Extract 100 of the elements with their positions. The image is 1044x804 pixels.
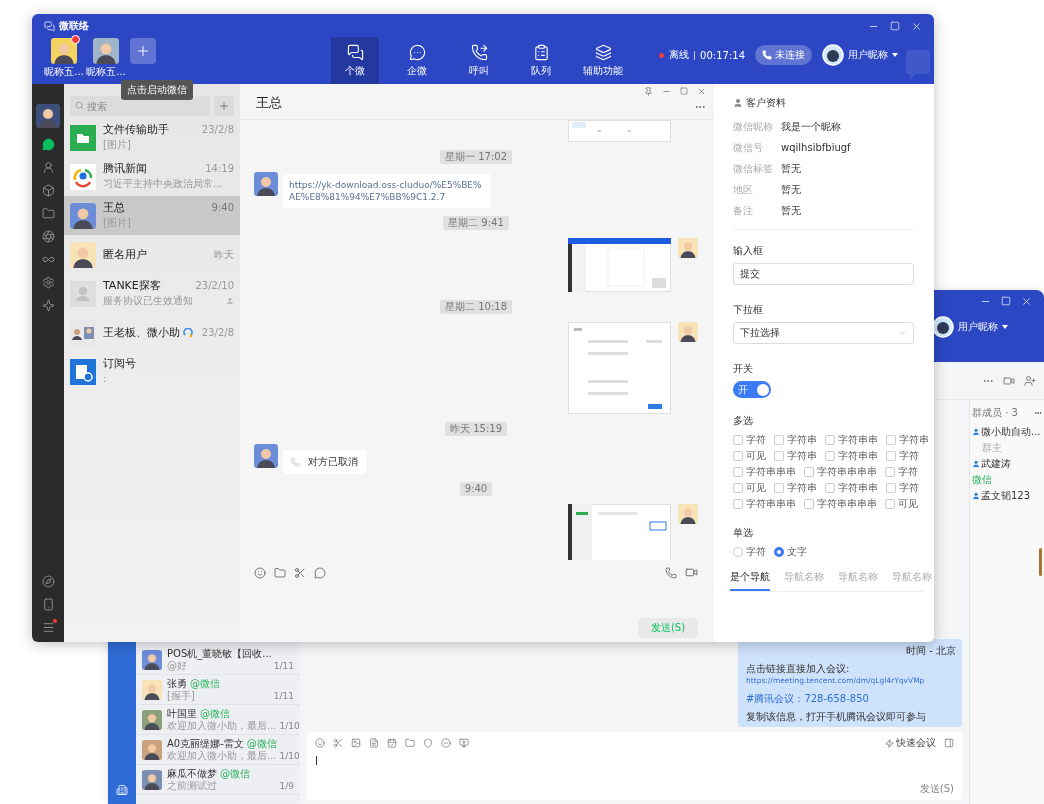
checkbox-option[interactable]: 字符串串 <box>825 481 878 494</box>
close-icon[interactable] <box>911 21 922 32</box>
nav-tab[interactable]: 是个导航 <box>730 570 770 591</box>
checkbox-option[interactable]: 字符 <box>886 481 919 494</box>
field-label: 微信昵称 <box>733 119 774 134</box>
checkbox-option[interactable]: 字符串串串 <box>733 497 796 510</box>
member-item[interactable]: 武建涛 <box>972 457 1042 471</box>
folder-icon[interactable] <box>274 566 286 579</box>
folder-icon[interactable] <box>41 207 55 220</box>
chat-icon[interactable] <box>41 138 55 151</box>
contact-item[interactable]: 麻瓜不做梦 @微信 之前测试过 1/9 <box>136 765 300 795</box>
checkbox-option[interactable]: 字符 <box>885 465 918 478</box>
add-account-button[interactable] <box>130 38 156 64</box>
contact-item[interactable]: A0克丽缇娜-雷文 @微信 欢迎加入微小助，最后... 1/10 <box>136 735 300 765</box>
scissors-icon[interactable] <box>294 566 306 579</box>
scissors-icon[interactable] <box>333 738 343 748</box>
checkbox-option[interactable]: 字符 <box>733 433 766 446</box>
checkbox-option[interactable]: 可见 <box>733 449 766 462</box>
conversation-item[interactable]: 文件传输助手 23/2/8 [图片] <box>64 118 240 157</box>
checkbox-option[interactable]: 字符串 <box>774 481 817 494</box>
checkbox-option[interactable]: 字符 <box>886 449 919 462</box>
checkbox-option[interactable]: 字符串 <box>886 433 929 446</box>
radio-option[interactable]: 字符 <box>733 545 766 558</box>
aperture-icon[interactable] <box>41 230 55 243</box>
meeting-link[interactable]: #腾讯会议：728-658-850 <box>746 693 869 705</box>
shield-icon[interactable] <box>423 738 433 748</box>
toggle-switch[interactable]: 开 <box>733 381 771 398</box>
input-field[interactable]: 提交 <box>733 263 914 285</box>
checkbox-option[interactable]: 字符串 <box>774 433 817 446</box>
compass-icon[interactable] <box>41 575 55 588</box>
scrollbar-thumb[interactable] <box>1039 548 1042 576</box>
contacts-icon[interactable] <box>41 161 55 174</box>
field-label: 输入框 <box>733 244 764 258</box>
emoji-icon[interactable] <box>254 566 266 579</box>
checkbox-option[interactable]: 字符串串串串 <box>804 497 877 510</box>
image-icon[interactable] <box>351 738 361 748</box>
video-icon[interactable] <box>685 566 698 579</box>
nav-tab[interactable]: 个微 <box>331 37 379 84</box>
message-preview: 欢迎加入微小助，最后... <box>167 719 277 732</box>
send-button[interactable]: 发送(S) <box>919 782 954 796</box>
close-icon[interactable] <box>697 87 706 96</box>
add-user-icon[interactable] <box>1024 374 1036 387</box>
conversation-item[interactable]: 订阅号 : <box>64 352 240 391</box>
checkbox-option[interactable]: 字符串 <box>774 449 817 462</box>
checkbox-option[interactable]: 字符串串串串 <box>804 465 877 478</box>
document-icon[interactable] <box>369 738 379 748</box>
contact-item[interactable]: 叶国里 @微信 欢迎加入微小助，最后... 1/10 <box>136 705 300 735</box>
message-text: 点击链接直接加入会议: <box>746 663 850 675</box>
checkbox-option[interactable]: 字符串串串 <box>733 465 796 478</box>
contact-item[interactable]: POS机_董晓敏【回收... @好 1/11 <box>136 645 300 675</box>
nav-tab[interactable]: 呼叫 <box>455 37 503 84</box>
conversation-name: 订阅号 <box>103 358 136 370</box>
screen-icon[interactable] <box>459 738 469 748</box>
conversation-item[interactable]: 匿名用户 昨天 <box>64 235 240 274</box>
phone-icon[interactable] <box>665 566 677 579</box>
chat-icon[interactable] <box>314 566 326 579</box>
select-field[interactable]: 下拉选择 <box>733 322 914 344</box>
minus-circle-icon[interactable] <box>441 738 451 748</box>
phone-icon[interactable] <box>41 598 55 611</box>
menu-icon[interactable] <box>41 621 55 634</box>
video-icon[interactable] <box>1003 374 1015 387</box>
maximize-icon[interactable] <box>680 87 688 95</box>
checkbox-option[interactable]: 字符串串 <box>825 433 878 446</box>
sparkle-icon[interactable] <box>41 299 55 312</box>
sidebar-icon[interactable] <box>944 738 954 748</box>
conversation-item[interactable]: TANKE探客 23/2/10 服务协议已生效通知 <box>64 274 240 313</box>
phone-icon <box>291 457 300 467</box>
caret-icon[interactable] <box>1002 325 1008 329</box>
member-item[interactable]: 微小助自动... <box>972 425 1042 439</box>
radio-option[interactable]: 文字 <box>774 545 807 558</box>
caret-icon[interactable] <box>892 53 898 57</box>
nav-tab[interactable]: 辅助功能 <box>579 37 627 84</box>
folder-icon[interactable] <box>405 738 415 748</box>
user-name[interactable]: 用户昵称 <box>958 320 998 334</box>
account-avatar <box>51 38 77 64</box>
member-item[interactable]: 孟文韬123 <box>972 489 1042 503</box>
close-icon[interactable] <box>1021 296 1032 307</box>
download-link[interactable]: https://yk-download.oss-cluduo/%E5%BE%AE%E8%81%94%E7%BB%9C1.2.7 <box>289 179 485 203</box>
message-input[interactable]: 快速会议 发送(S) <box>307 732 962 800</box>
nav-tab[interactable]: 队列 <box>517 37 565 84</box>
more-icon[interactable] <box>1034 409 1042 417</box>
conversation-item[interactable]: 腾讯新闻 14:19 习近平主持中央政治局常... <box>64 157 240 196</box>
cube-icon[interactable] <box>41 184 55 197</box>
checkbox-option[interactable]: 可见 <box>885 497 918 510</box>
building-icon[interactable] <box>116 784 128 796</box>
conversation-time: 9:40 <box>211 202 234 214</box>
contact-item[interactable]: 张勇 @微信 [握手] 1/11 <box>136 675 300 705</box>
settings-icon[interactable] <box>41 276 55 289</box>
avatar[interactable] <box>822 44 844 66</box>
connect-button[interactable]: 未连接 <box>755 45 812 65</box>
conversation-item[interactable]: 王老板、微小助 23/2/8 <box>64 313 240 352</box>
quick-meeting-button[interactable]: 快速会议 <box>885 736 936 750</box>
user-name[interactable]: 用户昵称 <box>848 48 888 62</box>
search-icon <box>75 101 84 110</box>
checkbox-option[interactable]: 字符串串 <box>825 449 878 462</box>
emoji-icon[interactable] <box>315 738 325 748</box>
pin-icon[interactable] <box>644 87 653 96</box>
nav-tab[interactable]: 企微 <box>393 37 441 84</box>
calendar-icon[interactable] <box>387 738 397 748</box>
checkbox-option[interactable]: 可见 <box>733 481 766 494</box>
